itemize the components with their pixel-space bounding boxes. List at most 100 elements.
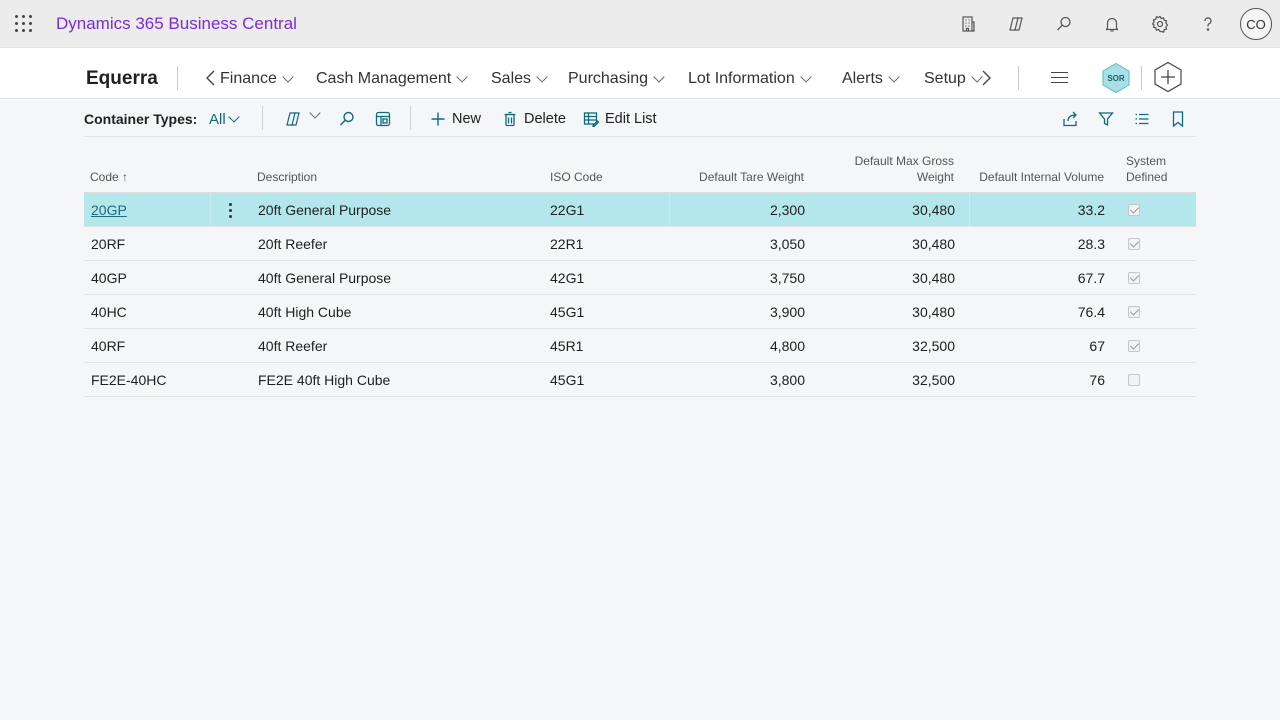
toolbar-divider xyxy=(410,106,411,130)
nav-item-finance[interactable]: Finance xyxy=(220,70,294,88)
column-header-iso-code[interactable]: ISO Code xyxy=(550,169,603,185)
gear-icon[interactable] xyxy=(1148,12,1172,36)
cell-code[interactable]: 40GP xyxy=(91,261,127,295)
cell-iso-code[interactable]: 45G1 xyxy=(550,295,584,329)
column-header-label: System xyxy=(1126,154,1167,168)
menu-icon[interactable] xyxy=(1051,72,1068,84)
help-icon[interactable] xyxy=(1196,12,1220,36)
cell-code[interactable]: 20RF xyxy=(91,227,125,261)
row-actions-icon[interactable] xyxy=(225,193,236,227)
cell-description[interactable]: 20ft General Purpose xyxy=(258,193,391,227)
cell-default-internal-volume[interactable]: 67.7 xyxy=(1078,261,1105,295)
nav-item-sales[interactable]: Sales xyxy=(491,70,548,88)
column-header-system-defined[interactable]: System Defined xyxy=(1126,153,1167,185)
role-badge[interactable]: SOR xyxy=(1100,62,1132,94)
nav-item-label: Sales xyxy=(491,70,532,87)
chevron-down-icon xyxy=(228,111,240,123)
cell-default-tare-weight[interactable]: 3,900 xyxy=(770,295,805,329)
cell-iso-code[interactable]: 45R1 xyxy=(550,329,583,363)
filter-icon[interactable] xyxy=(1095,108,1117,130)
nav-divider xyxy=(1018,66,1019,90)
cell-description[interactable]: 40ft Reefer xyxy=(258,329,327,363)
app-title[interactable]: Dynamics 365 Business Central xyxy=(56,14,297,34)
cell-default-max-gross-weight[interactable]: 30,480 xyxy=(912,227,955,261)
company-name[interactable]: Equerra xyxy=(86,68,158,90)
list-view-icon[interactable] xyxy=(1131,108,1153,130)
bell-icon[interactable] xyxy=(1100,12,1124,36)
nav-item-alerts[interactable]: Alerts xyxy=(842,70,900,88)
cell-default-tare-weight[interactable]: 4,800 xyxy=(770,329,805,363)
cell-default-internal-volume[interactable]: 28.3 xyxy=(1078,227,1105,261)
column-header-description[interactable]: Description xyxy=(257,169,317,185)
cell-iso-code[interactable]: 45G1 xyxy=(550,363,584,397)
cell-description[interactable]: FE2E 40ft High Cube xyxy=(258,363,390,397)
edit-list-button[interactable]: Edit List xyxy=(583,109,657,129)
nav-item-setup[interactable]: Setup xyxy=(924,70,983,88)
nav-item-cash-management[interactable]: Cash Management xyxy=(316,70,468,88)
cell-default-max-gross-weight[interactable]: 32,500 xyxy=(912,363,955,397)
cell-default-max-gross-weight[interactable]: 30,480 xyxy=(912,295,955,329)
cell-default-max-gross-weight[interactable]: 32,500 xyxy=(912,329,955,363)
building-icon[interactable] xyxy=(956,12,980,36)
column-header-code[interactable]: Code ↑ xyxy=(90,169,128,185)
copilot-icon[interactable] xyxy=(1004,12,1028,36)
table-row[interactable]: FE2E-40HC FE2E 40ft High Cube 45G1 3,800 32,… xyxy=(84,363,1196,397)
nav-item-label: Setup xyxy=(924,70,966,87)
cell-code[interactable]: 20GP xyxy=(91,193,127,227)
cell-description[interactable]: 20ft Reefer xyxy=(258,227,327,261)
search-icon[interactable] xyxy=(1052,12,1076,36)
table-row[interactable]: 40HC 40ft High Cube 45G1 3,900 30,480 76.4 xyxy=(84,295,1196,329)
user-avatar[interactable]: CO xyxy=(1240,8,1272,40)
cell-code[interactable]: 40RF xyxy=(91,329,125,363)
cell-default-max-gross-weight[interactable]: 30,480 xyxy=(912,193,955,227)
table-row[interactable]: 40RF 40ft Reefer 45R1 4,800 32,500 67 xyxy=(84,329,1196,363)
app-launcher-icon[interactable] xyxy=(14,14,34,34)
cell-description[interactable]: 40ft General Purpose xyxy=(258,261,391,295)
table-row[interactable]: 20GP 20ft General Purpose 22G1 2,300 30,480 3… xyxy=(84,193,1196,227)
add-plus-icon[interactable] xyxy=(1152,61,1184,93)
filter-label: Container Types: xyxy=(84,111,198,127)
cell-iso-code[interactable]: 22R1 xyxy=(550,227,583,261)
chevron-down-icon xyxy=(800,70,812,83)
cell-default-internal-volume[interactable]: 33.2 xyxy=(1078,193,1105,227)
chevron-down-icon[interactable] xyxy=(309,107,321,119)
cell-default-tare-weight[interactable]: 3,750 xyxy=(770,261,805,295)
nav-scroll-right-icon[interactable] xyxy=(981,69,993,87)
search-icon[interactable] xyxy=(336,108,358,130)
column-header-default-max-gross-weight[interactable]: Default Max Gross Weight xyxy=(855,153,954,185)
cell-default-tare-weight[interactable]: 3,050 xyxy=(770,227,805,261)
system-defined-checkbox xyxy=(1128,306,1140,318)
table-header: Code ↑ Description ISO Code Default Tare… xyxy=(84,147,1196,193)
bookmark-icon[interactable] xyxy=(1167,108,1189,130)
chevron-down-icon xyxy=(282,70,294,83)
edit-list-icon xyxy=(583,112,599,127)
nav-divider xyxy=(1141,66,1142,90)
nav-scroll-left-icon[interactable] xyxy=(204,69,216,87)
table-row[interactable]: 40GP 40ft General Purpose 42G1 3,750 30,480 6… xyxy=(84,261,1196,295)
nav-item-lot-information[interactable]: Lot Information xyxy=(688,70,812,88)
cell-iso-code[interactable]: 22G1 xyxy=(550,193,584,227)
cell-description[interactable]: 40ft High Cube xyxy=(258,295,351,329)
cell-default-tare-weight[interactable]: 3,800 xyxy=(770,363,805,397)
navigation-bar: Equerra Finance Cash Management Sales Pu… xyxy=(0,48,1280,99)
cell-code[interactable]: FE2E-40HC xyxy=(91,363,166,397)
copilot-icon[interactable] xyxy=(282,108,304,130)
table-row[interactable]: 20RF 20ft Reefer 22R1 3,050 30,480 28.3 xyxy=(84,227,1196,261)
nav-item-purchasing[interactable]: Purchasing xyxy=(568,70,665,88)
cell-iso-code[interactable]: 42G1 xyxy=(550,261,584,295)
delete-button[interactable]: Delete xyxy=(502,109,566,129)
cell-default-internal-volume[interactable]: 76 xyxy=(1089,363,1105,397)
new-button[interactable]: New xyxy=(430,109,481,129)
column-header-default-internal-volume[interactable]: Default Internal Volume xyxy=(979,169,1104,185)
cell-default-max-gross-weight[interactable]: 30,480 xyxy=(912,261,955,295)
cell-default-tare-weight[interactable]: 2,300 xyxy=(770,193,805,227)
share-icon[interactable] xyxy=(1059,108,1081,130)
cell-divider xyxy=(969,193,970,227)
cell-code[interactable]: 40HC xyxy=(91,295,127,329)
container-types-table: Code ↑ Description ISO Code Default Tare… xyxy=(84,147,1196,397)
cell-default-internal-volume[interactable]: 67 xyxy=(1089,329,1105,363)
filter-dropdown[interactable]: All xyxy=(209,111,240,128)
column-header-default-tare-weight[interactable]: Default Tare Weight xyxy=(699,169,804,185)
analysis-mode-icon[interactable] xyxy=(372,108,394,130)
cell-default-internal-volume[interactable]: 76.4 xyxy=(1078,295,1105,329)
